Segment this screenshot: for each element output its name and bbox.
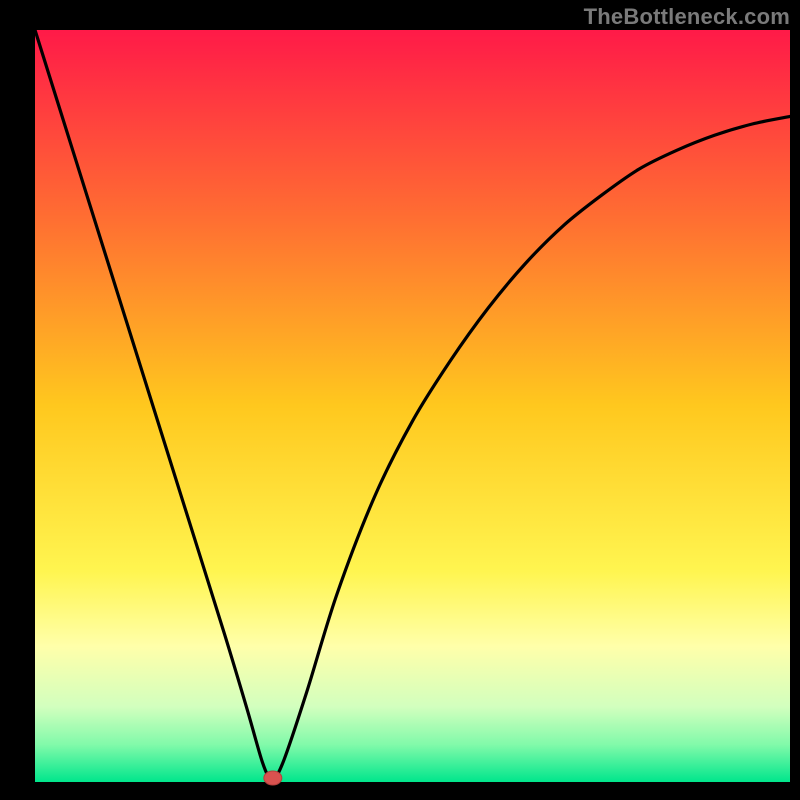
optimum-marker xyxy=(264,771,282,785)
bottleneck-chart xyxy=(0,0,800,800)
chart-frame: TheBottleneck.com xyxy=(0,0,800,800)
plot-background xyxy=(35,30,790,782)
attribution-label: TheBottleneck.com xyxy=(584,4,790,30)
